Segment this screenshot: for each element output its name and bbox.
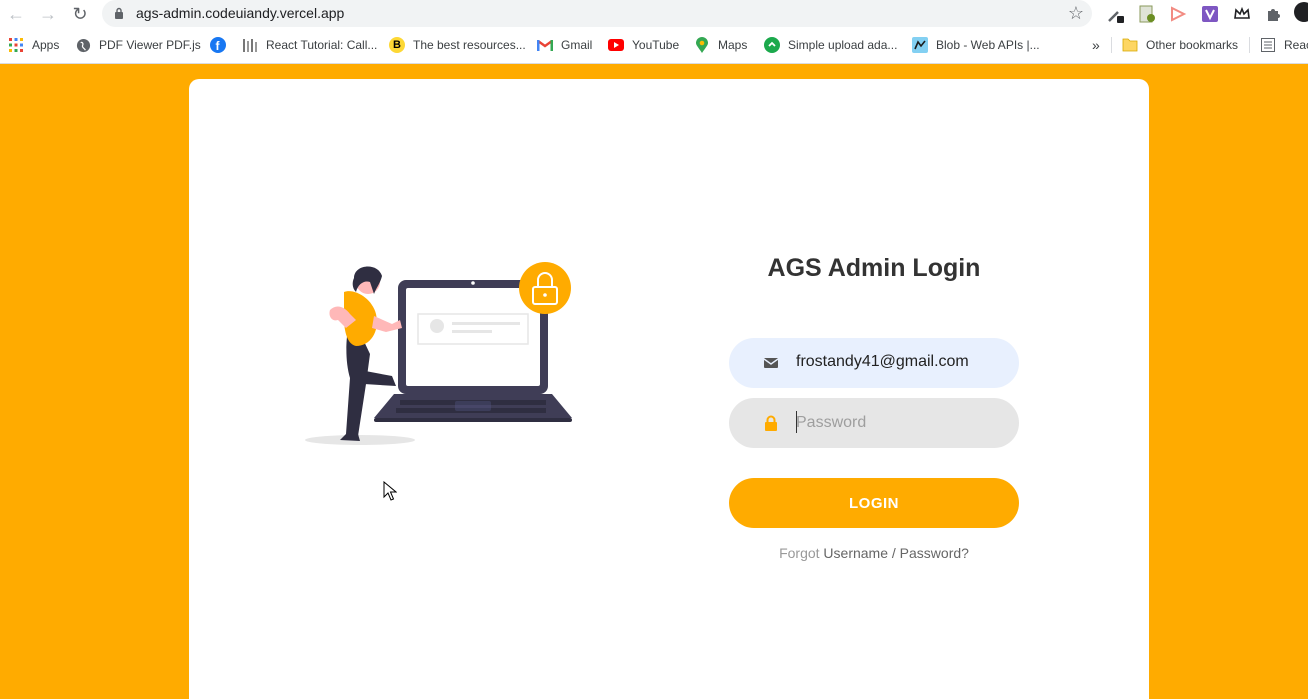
bookmark-label: Apps bbox=[32, 38, 60, 52]
password-field[interactable] bbox=[729, 398, 1019, 448]
facebook-icon: f bbox=[210, 37, 226, 53]
reading-list-button[interactable]: Reac bbox=[1260, 34, 1308, 56]
bookmark-label: Maps bbox=[718, 38, 748, 52]
bookmark-pdf-viewer[interactable]: PDF Viewer PDF.js bbox=[75, 34, 201, 56]
profile-avatar[interactable] bbox=[1294, 2, 1308, 22]
lock-icon bbox=[115, 7, 123, 19]
bookmark-simple-upload[interactable]: Simple upload ada... bbox=[764, 34, 897, 56]
bookmark-youtube[interactable]: YouTube bbox=[608, 34, 679, 56]
mdn-icon bbox=[912, 37, 928, 53]
bookmarks-divider bbox=[1249, 37, 1250, 53]
bookmark-label: Reac bbox=[1284, 38, 1308, 52]
forward-icon[interactable]: → bbox=[36, 2, 60, 26]
text-caret bbox=[796, 411, 797, 433]
reload-icon[interactable]: ↻ bbox=[68, 2, 92, 26]
reading-list-icon bbox=[1260, 37, 1276, 53]
gmail-icon bbox=[537, 37, 553, 53]
laptop-security-illustration bbox=[305, 262, 572, 445]
other-bookmarks-folder[interactable]: Other bookmarks bbox=[1122, 34, 1238, 56]
email-value: frostandy41@gmail.com bbox=[796, 353, 969, 370]
forgot-label: Forgot bbox=[779, 545, 820, 561]
play-extension-icon[interactable] bbox=[1168, 4, 1188, 24]
document-extension-icon[interactable] bbox=[1137, 4, 1157, 24]
password-input[interactable] bbox=[796, 410, 996, 436]
forgot-username-password-link[interactable]: Username / Password? bbox=[823, 545, 969, 561]
bookmark-label: PDF Viewer PDF.js bbox=[99, 38, 201, 52]
forgot-credentials: Forgot Username / Password? bbox=[729, 545, 1019, 561]
maps-icon bbox=[694, 37, 710, 53]
bookmarks-divider bbox=[1111, 37, 1112, 53]
bookmark-b-icon: B bbox=[389, 37, 405, 53]
envelope-icon bbox=[763, 358, 779, 368]
bookmark-blob-web-apis[interactable]: Blob - Web APIs |... bbox=[912, 34, 1040, 56]
bookmark-label: Simple upload ada... bbox=[788, 38, 898, 52]
simple-upload-icon bbox=[764, 37, 780, 53]
url-text: ags-admin.codeuiandy.vercel.app bbox=[136, 5, 345, 21]
bookmark-best-resources[interactable]: B The best resources... bbox=[389, 34, 526, 56]
bookmark-gmail[interactable]: Gmail bbox=[537, 34, 592, 56]
eyedropper-extension-icon[interactable] bbox=[1106, 4, 1126, 24]
bookmark-star-icon[interactable]: ☆ bbox=[1068, 3, 1084, 24]
apps-grid-icon bbox=[8, 37, 24, 53]
extensions-puzzle-icon[interactable] bbox=[1264, 4, 1284, 24]
v-extension-icon[interactable] bbox=[1200, 4, 1220, 24]
bookmark-label: The best resources... bbox=[413, 38, 526, 52]
react-tutorial-icon bbox=[242, 37, 258, 53]
mouse-cursor-icon bbox=[383, 481, 397, 501]
page-title: AGS Admin Login bbox=[767, 254, 981, 282]
browser-chrome: ← → ↻ ags-admin.codeuiandy.vercel.app ☆ bbox=[0, 0, 1308, 64]
back-icon[interactable]: ← bbox=[4, 2, 28, 26]
bookmark-label: Blob - Web APIs |... bbox=[936, 38, 1040, 52]
bookmark-label: Other bookmarks bbox=[1146, 38, 1239, 52]
bookmark-maps[interactable]: Maps bbox=[694, 34, 747, 56]
bookmark-label: React Tutorial: Call... bbox=[266, 38, 378, 52]
bookmark-label: Gmail bbox=[561, 38, 593, 52]
browser-toolbar: ← → ↻ ags-admin.codeuiandy.vercel.app ☆ bbox=[0, 0, 1308, 28]
bookmark-apps[interactable]: Apps bbox=[8, 34, 59, 56]
crown-extension-icon[interactable] bbox=[1232, 4, 1252, 24]
lock-icon bbox=[765, 415, 777, 431]
login-button[interactable]: LOGIN bbox=[729, 478, 1019, 528]
bookmark-label: YouTube bbox=[632, 38, 680, 52]
youtube-icon bbox=[608, 37, 624, 53]
address-bar[interactable]: ags-admin.codeuiandy.vercel.app ☆ bbox=[102, 0, 1092, 27]
bookmark-facebook[interactable]: f bbox=[210, 34, 234, 56]
folder-icon bbox=[1122, 37, 1138, 53]
bookmark-react-tutorial[interactable]: React Tutorial: Call... bbox=[242, 34, 377, 56]
email-field[interactable]: frostandy41@gmail.com bbox=[729, 338, 1019, 388]
globe-icon bbox=[75, 37, 91, 53]
more-bookmarks-button[interactable]: » bbox=[1092, 34, 1100, 56]
bookmarks-bar: Apps PDF Viewer PDF.js f React Tutorial:… bbox=[0, 34, 1308, 56]
